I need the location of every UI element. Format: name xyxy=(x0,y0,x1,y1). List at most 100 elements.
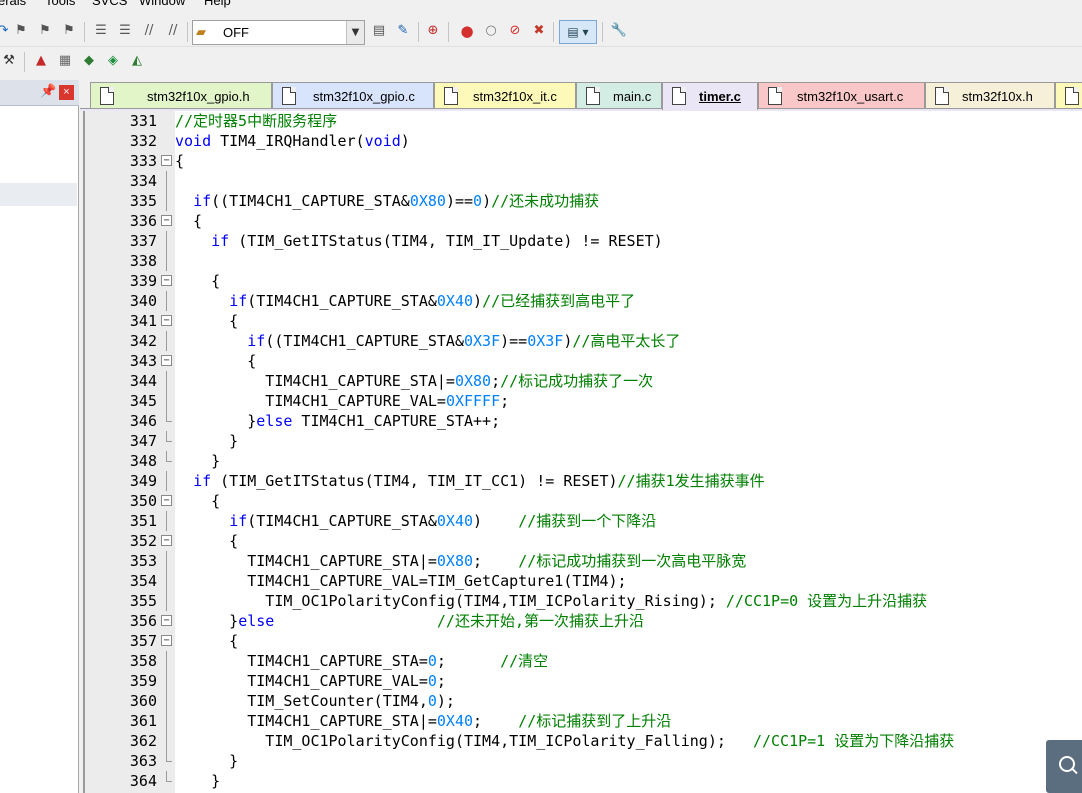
code-line[interactable]: 334 xyxy=(83,171,1082,191)
fold-collapse-icon[interactable]: − xyxy=(161,355,172,366)
code-line[interactable]: 331 //定时器5中断服务程序 xyxy=(83,111,1082,131)
code-line[interactable]: 338 xyxy=(83,251,1082,271)
bookmark-prev-icon[interactable]: ⚑ xyxy=(36,22,54,40)
tab-overflow[interactable] xyxy=(1055,82,1082,109)
tab-timer-c[interactable]: timer.c xyxy=(662,82,758,110)
bookmark-icon[interactable]: ⚑ xyxy=(12,22,30,40)
fold-guide xyxy=(166,231,167,251)
select-packs-icon[interactable]: ◈ xyxy=(104,52,122,70)
fold-collapse-icon[interactable]: − xyxy=(161,215,172,226)
tab-main-c[interactable]: main.c xyxy=(576,82,662,109)
indent-icon[interactable]: ☰ xyxy=(92,22,110,40)
manage-icon[interactable]: ▦ xyxy=(56,52,74,70)
load-icon[interactable]: ▲ xyxy=(32,52,50,70)
target-select[interactable]: ▰ OFF ▼ xyxy=(192,20,365,45)
code-line[interactable]: 364 } xyxy=(83,771,1082,791)
tab-stm32f10x-usart-c[interactable]: stm32f10x_usart.c xyxy=(758,82,925,109)
debug-icon[interactable]: ⊕ xyxy=(424,22,442,40)
tab-stm32f10x-gpio-h[interactable]: stm32f10x_gpio.h xyxy=(90,82,272,109)
code-line[interactable]: 348 } xyxy=(83,451,1082,471)
close-icon[interactable]: × xyxy=(59,85,74,100)
line-number: 348 xyxy=(129,452,157,470)
code-line[interactable]: 357− { xyxy=(83,631,1082,651)
code-line[interactable]: 350− { xyxy=(83,491,1082,511)
breakpoint-clear-icon[interactable]: ✖ xyxy=(530,22,548,40)
run-time-env-icon[interactable]: ◭ xyxy=(128,52,146,70)
fold-collapse-icon[interactable]: − xyxy=(161,275,172,286)
code-line[interactable]: 344 TIM4CH1_CAPTURE_STA|=0X80;//标记成功捕获了一… xyxy=(83,371,1082,391)
tab-stm32f10x-it-c[interactable]: stm32f10x_it.c xyxy=(434,82,576,109)
fold-collapse-icon[interactable]: − xyxy=(161,535,172,546)
code-line[interactable]: 345 TIM4CH1_CAPTURE_VAL=0XFFFF; xyxy=(83,391,1082,411)
code-line[interactable]: 361 TIM4CH1_CAPTURE_STA|=0X40; //标记捕获到了上… xyxy=(83,711,1082,731)
code-token: { xyxy=(175,272,221,290)
menu-peripherals[interactable]: erals xyxy=(0,0,26,8)
code-line[interactable]: 343− { xyxy=(83,351,1082,371)
code-line[interactable]: 347 } xyxy=(83,431,1082,451)
comment-icon[interactable]: // xyxy=(140,22,158,40)
uncomment-icon[interactable]: // xyxy=(164,22,182,40)
fold-collapse-icon[interactable]: − xyxy=(161,155,172,166)
pin-icon[interactable]: 📌 xyxy=(40,84,56,99)
project-toolbar: ⚒ ▲ ▦ ◆ ◈ ◭ xyxy=(0,47,160,77)
code-line[interactable]: 359 TIM4CH1_CAPTURE_VAL=0; xyxy=(83,671,1082,691)
code-line[interactable]: 342 if((TIM4CH1_CAPTURE_STA&0X3F)==0X3F)… xyxy=(83,331,1082,351)
breakpoint-icon[interactable]: ● xyxy=(458,22,476,40)
menu-window[interactable]: Window xyxy=(139,0,185,8)
menu-help[interactable]: Help xyxy=(204,0,231,8)
window-layout-button[interactable]: ▤ ▾ xyxy=(559,20,597,44)
code-line[interactable]: 341− { xyxy=(83,311,1082,331)
fold-collapse-icon[interactable]: − xyxy=(161,615,172,626)
code-line[interactable]: 356− }else //还未开始,第一次捕获上升沿 xyxy=(83,611,1082,631)
menu-svcs[interactable]: SVCS xyxy=(92,0,127,8)
fold-collapse-icon[interactable]: − xyxy=(161,495,172,506)
code-line[interactable]: 335 if((TIM4CH1_CAPTURE_STA&0X80)==0)//还… xyxy=(83,191,1082,211)
code-line[interactable]: 354 TIM4CH1_CAPTURE_VAL=TIM_GetCapture1(… xyxy=(83,571,1082,591)
unindent-icon[interactable]: ☰ xyxy=(116,22,134,40)
tab-stm32f10x-gpio-c[interactable]: stm32f10x_gpio.c xyxy=(272,82,434,109)
breakpoint-disabled-icon[interactable]: ○ xyxy=(482,22,500,40)
code-line[interactable]: 360 TIM_SetCounter(TIM4,0); xyxy=(83,691,1082,711)
code-keyword: if xyxy=(211,232,230,250)
code-line[interactable]: 337 if (TIM_GetITStatus(TIM4, TIM_IT_Upd… xyxy=(83,231,1082,251)
code-line[interactable]: 332 void TIM4_IRQHandler(void) xyxy=(83,131,1082,151)
line-number: 358 xyxy=(129,652,157,670)
code-number: 0X3F xyxy=(527,332,564,350)
code-line[interactable]: 339− { xyxy=(83,271,1082,291)
fold-collapse-icon[interactable]: − xyxy=(161,635,172,646)
chevron-down-icon[interactable]: ▼ xyxy=(346,21,364,44)
code-token: } xyxy=(175,452,221,470)
bookmark-next-icon[interactable]: ⚑ xyxy=(60,22,78,40)
file-icon xyxy=(768,87,782,105)
code-line[interactable]: 362 TIM_OC1PolarityConfig(TIM4,TIM_ICPol… xyxy=(83,731,1082,751)
code-number: 0X40 xyxy=(436,512,474,530)
insert-icon[interactable]: ✎ xyxy=(394,22,412,40)
code-line[interactable]: 340 if(TIM4CH1_CAPTURE_STA&0X40)//已经捕获到高… xyxy=(83,291,1082,311)
redo-icon[interactable]: ↷ xyxy=(0,22,12,40)
code-text: { xyxy=(175,631,238,651)
menu-tools[interactable]: Tools xyxy=(45,0,75,8)
pack-installer-icon[interactable]: ◆ xyxy=(80,52,98,70)
tab-stm32f10x-h[interactable]: stm32f10x.h xyxy=(925,82,1055,109)
translate-icon[interactable]: ⚒ xyxy=(0,52,18,70)
code-editor[interactable]: 331 //定时器5中断服务程序 332 void TIM4_IRQHandler(v… xyxy=(83,111,1082,793)
search-icon[interactable] xyxy=(1046,740,1082,793)
find-in-files-icon[interactable]: ▤ xyxy=(370,22,388,40)
code-line[interactable]: 352− { xyxy=(83,531,1082,551)
code-line[interactable]: 346 }else TIM4CH1_CAPTURE_STA++; xyxy=(83,411,1082,431)
code-line[interactable]: 363 } xyxy=(83,751,1082,771)
breakpoint-kill-icon[interactable]: ⊘ xyxy=(506,22,524,40)
code-line[interactable]: 333−{ xyxy=(83,151,1082,171)
code-line[interactable]: 353 TIM4CH1_CAPTURE_STA|=0X80; //标记成功捕获到… xyxy=(83,551,1082,571)
code-line[interactable]: 349 if (TIM_GetITStatus(TIM4, TIM_IT_CC1… xyxy=(83,471,1082,491)
code-line[interactable]: 355 TIM_OC1PolarityConfig(TIM4,TIM_ICPol… xyxy=(83,591,1082,611)
project-tree-selected-row[interactable] xyxy=(0,183,77,206)
code-keyword: void xyxy=(364,132,401,150)
code-line[interactable]: 358 TIM4CH1_CAPTURE_STA=0; //清空 xyxy=(83,651,1082,671)
code-line[interactable]: 351 if(TIM4CH1_CAPTURE_STA&0X40) //捕获到一个… xyxy=(83,511,1082,531)
code-line[interactable]: 336− { xyxy=(83,211,1082,231)
fold-collapse-icon[interactable]: − xyxy=(161,315,172,326)
code-number: 0 xyxy=(427,672,437,690)
wrench-icon[interactable]: 🔧 xyxy=(610,22,628,40)
